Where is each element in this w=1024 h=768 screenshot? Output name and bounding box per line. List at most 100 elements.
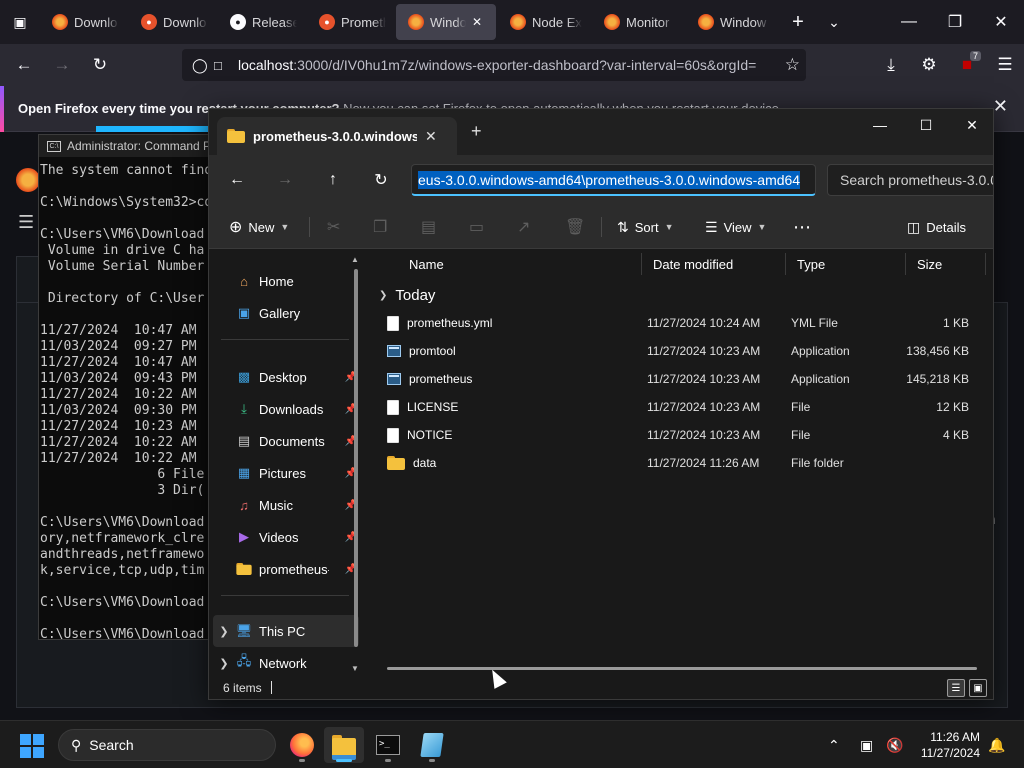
column-divider[interactable] xyxy=(985,253,986,275)
address-input[interactable]: eus-3.0.0.windows-amd64\prometheus-3.0.0… xyxy=(411,164,816,196)
nav-item-pictures[interactable]: ▦ Pictures 📌 xyxy=(213,457,359,489)
scroll-down-icon[interactable]: ▼ xyxy=(351,664,359,673)
browser-tab[interactable]: ● Release xyxy=(218,4,305,40)
large-icons-view-button[interactable]: ▣ xyxy=(969,679,987,697)
taskbar-terminal[interactable]: >_ xyxy=(368,727,408,763)
app-menu-button[interactable]: ☰ xyxy=(987,47,1023,83)
browser-tab[interactable]: Node Ex xyxy=(498,4,590,40)
close-tab-icon[interactable]: ✕ xyxy=(425,128,437,145)
network-tray-icon[interactable]: ▣ xyxy=(860,721,873,768)
column-header-type[interactable]: Type xyxy=(787,249,907,279)
browser-tab-active[interactable]: Windo ✕ xyxy=(396,4,496,40)
share-button[interactable]: ↗ xyxy=(517,205,530,249)
nav-item-downloads[interactable]: ⤓ Downloads 📌 xyxy=(213,393,359,425)
column-header-size[interactable]: Size xyxy=(907,249,987,279)
new-button[interactable]: ⊕ New ▼ xyxy=(229,205,289,249)
column-header-name[interactable]: Name xyxy=(399,249,647,279)
command-prompt-window[interactable]: C:\ Administrator: Command P The system c… xyxy=(38,134,218,640)
rename-button[interactable]: ▭ xyxy=(469,205,484,249)
cmd-title-bar[interactable]: C:\ Administrator: Command P xyxy=(39,135,217,157)
view-button[interactable]: ☰ View ▼ xyxy=(705,205,766,249)
delete-button[interactable]: 🗑 xyxy=(565,205,585,249)
column-divider[interactable] xyxy=(641,253,642,275)
copy-button[interactable]: ❐ xyxy=(373,205,387,249)
file-row[interactable]: LICENSE 11/27/2024 10:23 AM File 12 KB xyxy=(383,393,987,421)
column-divider[interactable] xyxy=(785,253,786,275)
refresh-button[interactable]: ↻ xyxy=(357,163,405,197)
nav-item-home[interactable]: ⌂ Home xyxy=(213,265,359,297)
shield-icon[interactable]: ◯ xyxy=(192,57,214,74)
up-button[interactable]: ↑ xyxy=(309,163,357,197)
close-window-button[interactable]: ✕ xyxy=(978,0,1024,44)
more-options-button[interactable]: ⋯ xyxy=(793,205,811,249)
file-row[interactable]: data 11/27/2024 11:26 AM File folder xyxy=(383,449,987,477)
minimize-button[interactable]: — xyxy=(857,109,903,141)
file-row[interactable]: NOTICE 11/27/2024 10:23 AM File 4 KB xyxy=(383,421,987,449)
cut-button[interactable]: ✂ xyxy=(327,205,340,249)
new-tab-button[interactable]: + xyxy=(471,121,482,142)
notifications-button[interactable]: 🔔 xyxy=(988,721,1005,768)
file-row[interactable]: prometheus.yml 11/27/2024 10:24 AM YML Fil… xyxy=(383,309,987,337)
volume-tray-icon[interactable]: 🔇 xyxy=(886,721,903,768)
nav-item-videos[interactable]: ▶ Videos 📌 xyxy=(213,521,359,553)
back-button[interactable]: ← xyxy=(6,47,42,83)
url-text[interactable]: localhost:3000/d/IV0hu1m7z/windows-expor… xyxy=(238,57,760,73)
notification-button[interactable] xyxy=(96,126,216,132)
browser-tab[interactable]: Monitor xyxy=(592,4,684,40)
taskbar-firefox[interactable] xyxy=(282,727,322,763)
taskbar-search[interactable]: ⚲ Search xyxy=(58,729,276,761)
downloads-button[interactable]: ⤓ xyxy=(873,47,909,83)
nav-item-prometheus-folder[interactable]: prometheus-3.0.0.windows-amd64📌 xyxy=(213,553,359,585)
scrollbar-thumb[interactable] xyxy=(354,269,358,647)
forward-button[interactable]: → xyxy=(44,47,80,83)
explorer-tab[interactable]: prometheus-3.0.0.windows-amd64 ✕ xyxy=(217,117,457,155)
nav-item-this-pc[interactable]: ❯ 🖥 This PC xyxy=(213,615,359,647)
group-header-today[interactable]: ❯ Today xyxy=(375,281,435,309)
minimize-button[interactable]: — xyxy=(886,0,932,44)
chevron-right-icon[interactable]: ❯ xyxy=(213,625,235,638)
paste-button[interactable]: ▤ xyxy=(421,205,436,249)
maximize-button[interactable]: ☐ xyxy=(903,109,949,141)
back-button[interactable]: ← xyxy=(213,163,261,197)
show-hidden-icons-button[interactable]: ⌃ xyxy=(828,721,840,768)
nav-item-music[interactable]: ♫ Music 📌 xyxy=(213,489,359,521)
page-info-icon[interactable]: □ xyxy=(214,58,238,73)
taskbar-clock[interactable]: 11:26 AM 11/27/2024 xyxy=(921,729,980,761)
forward-button[interactable]: → xyxy=(261,163,309,197)
reload-button[interactable]: ↻ xyxy=(82,47,118,83)
extensions-button[interactable]: ⚙ xyxy=(911,47,947,83)
details-view-button[interactable]: ☰ xyxy=(947,679,965,697)
new-tab-button[interactable]: + xyxy=(780,11,816,34)
column-divider[interactable] xyxy=(905,253,906,275)
browser-tab[interactable]: Downlo xyxy=(40,4,127,40)
taskbar-file-explorer[interactable] xyxy=(324,727,364,763)
search-input[interactable]: Search prometheus-3.0.0 xyxy=(827,164,993,196)
browser-tab[interactable]: ● Downlo xyxy=(129,4,216,40)
close-tab-icon[interactable]: ✕ xyxy=(472,15,488,29)
grafana-logo-icon[interactable] xyxy=(16,168,40,192)
taskbar-notepad[interactable] xyxy=(412,727,452,763)
nav-item-gallery[interactable]: ▣ Gallery xyxy=(213,297,359,329)
nav-scrollbar[interactable]: ▲ ▼ xyxy=(351,255,359,673)
nav-item-desktop[interactable]: ▩ Desktop 📌 xyxy=(213,361,359,393)
start-button[interactable] xyxy=(20,734,44,758)
url-bar[interactable]: ◯ □ localhost:3000/d/IV0hu1m7z/windows-e… xyxy=(182,49,806,81)
list-all-tabs-button[interactable]: ⌄ xyxy=(816,14,852,31)
cmd-output[interactable]: The system cannot find C:\Windows\System… xyxy=(39,157,217,639)
grafana-menu-icon[interactable]: ☰ xyxy=(18,212,38,233)
scroll-up-icon[interactable]: ▲ xyxy=(351,255,359,264)
ublock-extension-button[interactable]: ■ 7 xyxy=(949,47,985,83)
bookmark-star-icon[interactable]: ☆ xyxy=(785,55,800,75)
horizontal-scrollbar[interactable] xyxy=(387,667,977,670)
nav-item-documents[interactable]: ▤ Documents 📌 xyxy=(213,425,359,457)
sort-button[interactable]: ⇅ Sort ▼ xyxy=(617,205,674,249)
column-header-date[interactable]: Date modified xyxy=(643,249,787,279)
browser-tab[interactable]: Window xyxy=(686,4,778,40)
file-row[interactable]: promtool 11/27/2024 10:23 AM Application 13… xyxy=(383,337,987,365)
maximize-button[interactable]: ❐ xyxy=(932,0,978,44)
details-pane-button[interactable]: ◫ Details xyxy=(907,205,966,249)
close-window-button[interactable]: ✕ xyxy=(949,109,993,141)
tab-overview-button[interactable]: ▣ xyxy=(0,0,40,44)
browser-tab[interactable]: ● Prometh xyxy=(307,4,394,40)
notification-close-button[interactable]: ✕ xyxy=(993,96,1008,117)
